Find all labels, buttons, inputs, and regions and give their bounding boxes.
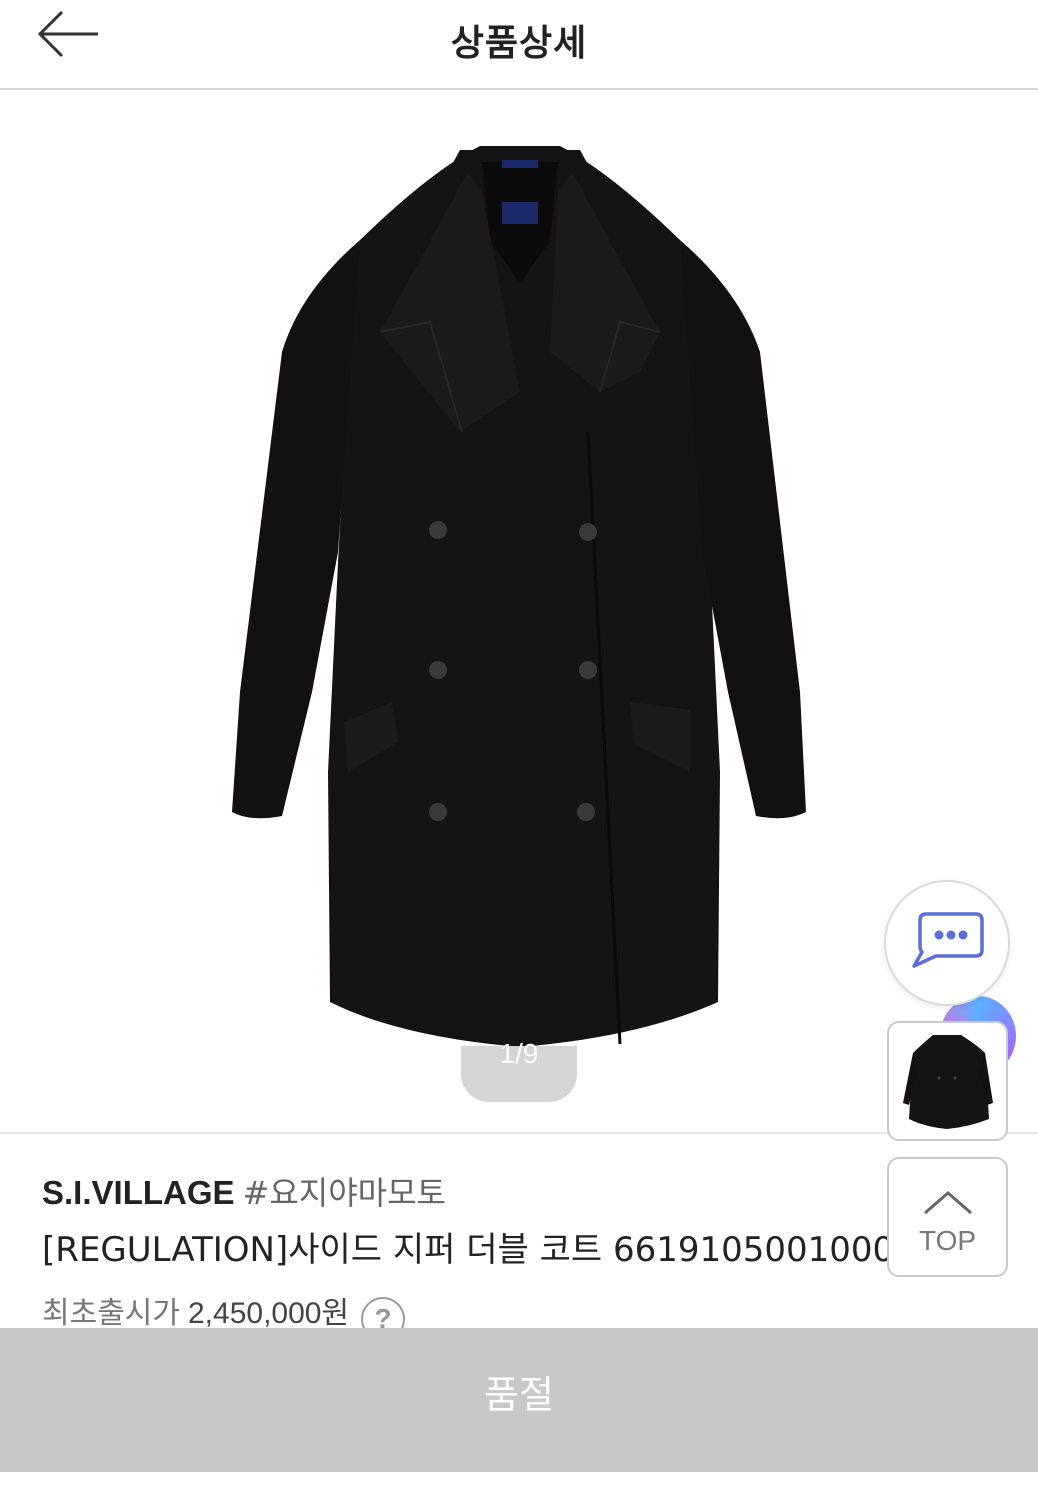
product-info: S.I.VILLAGE #요지야마모토 [REGULATION]사이드 지퍼 더블…: [0, 1132, 1038, 1341]
product-gallery[interactable]: 1/9: [0, 92, 1038, 1132]
product-name: [REGULATION]사이드 지퍼 더블 코트 6619105001000: [42, 1230, 895, 1270]
price-label: 최초출시가: [42, 1296, 180, 1331]
brand-name[interactable]: S.I.VILLAGE: [42, 1174, 235, 1211]
recent-viewed-thumbnail[interactable]: [887, 1021, 1008, 1141]
soldout-button[interactable]: 품절: [0, 1328, 1038, 1472]
brand-line: S.I.VILLAGE #요지야마모토: [42, 1168, 446, 1214]
app-header: 상품상세: [0, 0, 1038, 90]
bottom-safe-area: [0, 1472, 1038, 1500]
chevron-up-icon: [924, 1191, 972, 1215]
price-value: 2,450,000원: [188, 1297, 350, 1330]
page-title: 상품상세: [450, 23, 588, 64]
chat-bubble-icon: [912, 912, 984, 968]
chat-button[interactable]: [884, 880, 1010, 1006]
scroll-top-label: TOP: [918, 1225, 977, 1256]
thumbnail-image: [903, 1035, 993, 1129]
image-page-indicator: 1/9: [461, 1038, 577, 1102]
soldout-label: 품절: [484, 1373, 554, 1417]
product-image[interactable]: [220, 132, 820, 1072]
page-indicator-text: 1/9: [499, 1038, 539, 1069]
brand-hashtag[interactable]: #요지야마모토: [243, 1174, 446, 1212]
scroll-top-button[interactable]: TOP: [887, 1157, 1008, 1277]
